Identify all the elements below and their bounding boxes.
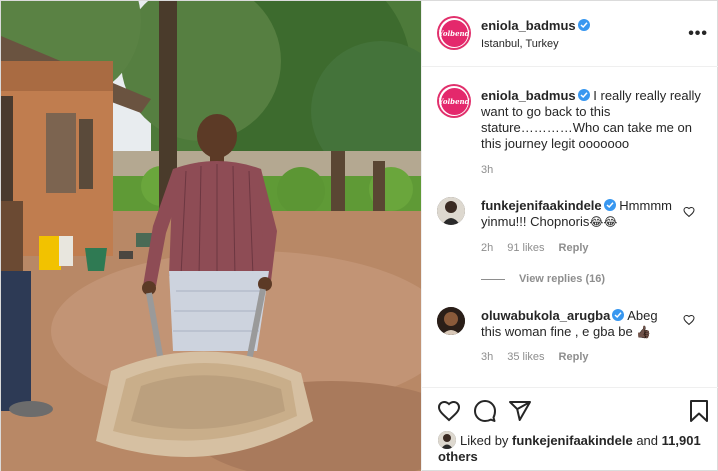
heart-icon[interactable] [437,399,461,423]
liked-by-prefix: Liked by [460,433,509,448]
caption-avatar[interactable]: Yolbend [437,84,471,118]
post-caption: eniola_badmus I really really really wan… [481,88,701,152]
liker-avatar[interactable] [438,431,456,449]
comment-like-heart-icon[interactable] [683,314,695,326]
post-actions: Liked by funkejenifaakindele and 11,901 … [422,387,718,471]
comment-likes[interactable]: 91 likes [507,242,544,254]
comment-meta: 3h 35 likes Reply [481,351,603,363]
view-replies-label[interactable]: View replies (16) [519,273,605,285]
view-replies-button[interactable]: View replies (16) [481,273,605,285]
comments-section: Yolbend eniola_badmus I really really re… [422,67,718,387]
replies-divider [481,278,505,280]
caption-username[interactable]: eniola_badmus [481,88,576,103]
comment-text: oluwabukola_arugba Abeg this woman fine … [481,308,681,340]
comment-username[interactable]: oluwabukola_arugba [481,308,610,323]
liked-by: Liked by funkejenifaakindele and 11,901 … [438,431,708,465]
comment-reply-button[interactable]: Reply [559,242,589,254]
comment-like-heart-icon[interactable] [683,206,695,218]
author-username-text[interactable]: eniola_badmus [481,18,576,33]
comment-meta: 2h 91 likes Reply [481,242,603,254]
verified-badge-icon [577,89,590,101]
author-avatar[interactable]: Yolbend [437,16,471,50]
caption-time[interactable]: 3h [481,164,493,176]
bookmark-icon[interactable] [687,399,711,423]
comment-username[interactable]: funkejenifaakindele [481,198,602,213]
comment-reply-button[interactable]: Reply [559,351,589,363]
comment-emoji: 😂😂 [589,215,618,229]
more-icon[interactable]: ••• [688,25,708,43]
comment-time[interactable]: 3h [481,351,493,363]
avatar-logo: Yolbend [438,19,470,47]
comment-emoji: 👍🏿 [636,325,652,339]
comment-avatar[interactable] [437,197,465,225]
liked-by-and: and [636,433,659,448]
post-photo[interactable] [1,1,421,471]
caption-avatar-logo: Yolbend [438,87,470,115]
post-header: Yolbend eniola_badmus Istanbul, Turkey •… [422,1,718,67]
share-icon[interactable] [508,399,532,423]
photo-woman-wheelbarrow [1,1,421,471]
liked-by-user[interactable]: funkejenifaakindele [512,433,633,448]
verified-badge-icon [612,309,625,321]
verified-badge-icon [577,19,590,31]
verified-badge-icon [603,199,616,211]
comment-icon[interactable] [473,399,497,423]
post-location[interactable]: Istanbul, Turkey [481,38,559,50]
instagram-post: Yolbend eniola_badmus Istanbul, Turkey •… [0,0,718,471]
comment-text: funkejenifaakindele Hmmmm yinmu!!! Chopn… [481,198,681,230]
comment-time[interactable]: 2h [481,242,493,254]
author-username[interactable]: eniola_badmus [481,18,590,33]
comment-likes[interactable]: 35 likes [507,351,544,363]
comment-avatar[interactable] [437,307,465,335]
post-panel: Yolbend eniola_badmus Istanbul, Turkey •… [421,1,718,471]
